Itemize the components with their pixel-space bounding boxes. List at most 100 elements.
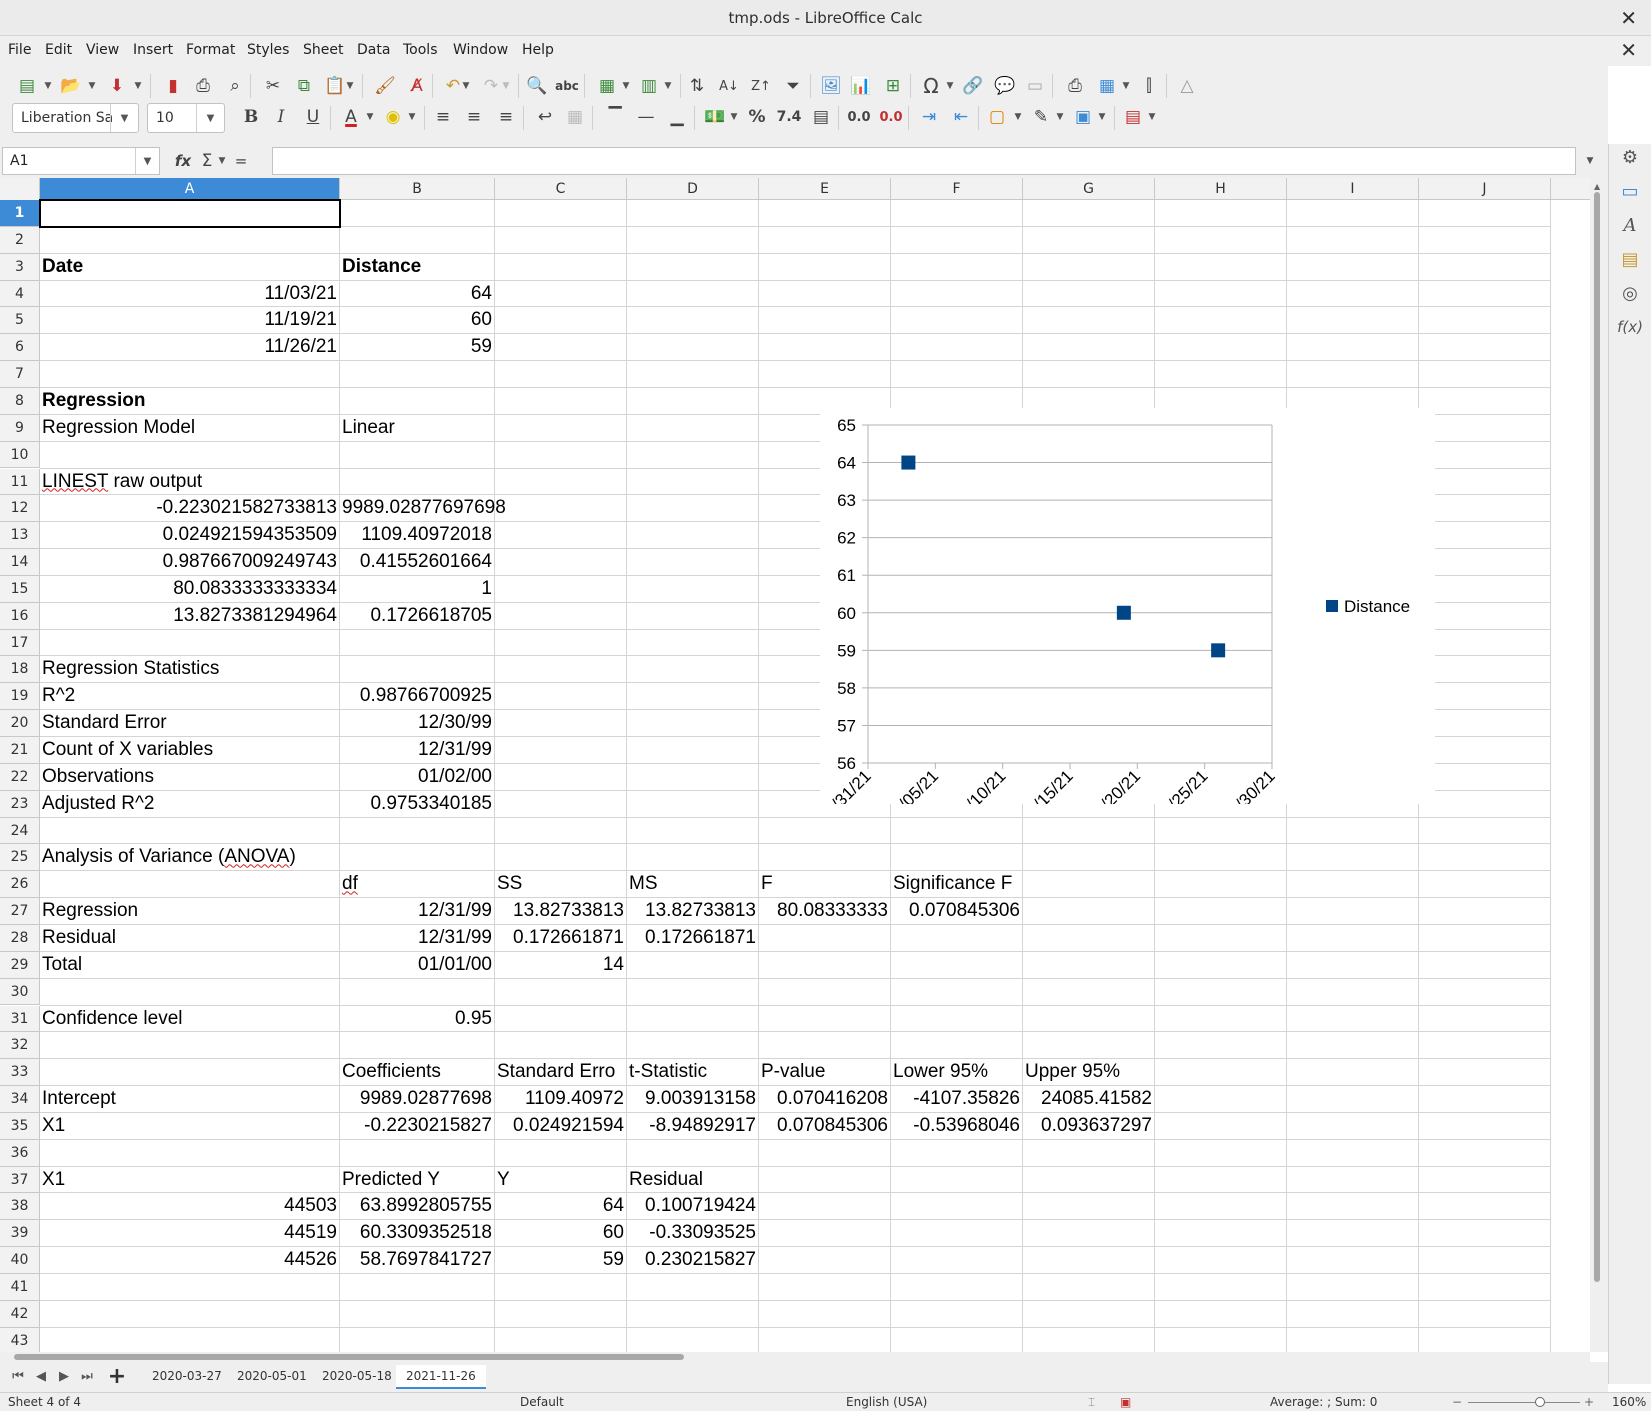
sheet-tab[interactable]: 2020-03-27 xyxy=(142,1365,232,1389)
cell-d28[interactable]: 0.172661871 xyxy=(627,925,758,951)
conditional-format-icon[interactable]: ▤ xyxy=(1120,104,1146,130)
cell-c29[interactable]: 14 xyxy=(495,952,626,978)
gear-icon[interactable]: ⚙ xyxy=(1617,144,1643,170)
cell-a25[interactable]: Analysis of Variance (ANOVA) xyxy=(40,844,339,870)
cell-c38[interactable]: 64 xyxy=(495,1193,626,1219)
cell-g35[interactable]: 0.093637297 xyxy=(1023,1113,1154,1139)
document-close-icon[interactable]: ✕ xyxy=(1620,38,1637,62)
zoom-slider-knob[interactable] xyxy=(1535,1397,1545,1407)
cell-a20[interactable]: Standard Error xyxy=(40,710,339,736)
cell-c27[interactable]: 13.82733813 xyxy=(495,898,626,924)
sheet-tab-active[interactable]: 2021-11-26 xyxy=(396,1365,486,1389)
cell-b28[interactable]: 12/31/99 xyxy=(340,925,494,951)
cell-a11[interactable]: LINEST raw output xyxy=(40,469,339,495)
horizontal-scrollbar[interactable] xyxy=(0,1352,1590,1362)
row-header[interactable]: 16 xyxy=(0,602,40,630)
function-wizard-icon[interactable]: fx xyxy=(170,148,196,174)
menu-view[interactable]: View xyxy=(86,42,119,58)
row-header[interactable]: 36 xyxy=(0,1139,40,1167)
bold-button[interactable]: B xyxy=(238,104,264,130)
language[interactable]: English (USA) xyxy=(846,1395,927,1409)
row-dropdown-icon[interactable]: ▼ xyxy=(620,73,632,99)
cell-b39[interactable]: 60.3309352518 xyxy=(340,1220,494,1246)
cell-f34[interactable]: -4107.35826 xyxy=(891,1086,1022,1112)
wrap-text-icon[interactable]: ↩ xyxy=(532,104,558,130)
cell-d33[interactable]: t-Statistic xyxy=(627,1059,758,1085)
border-style-icon[interactable]: ✎ xyxy=(1028,104,1054,130)
cell-a35[interactable]: X1 xyxy=(40,1113,339,1139)
font-color-dropdown-icon[interactable]: ▼ xyxy=(364,104,376,130)
row-header[interactable]: 39 xyxy=(0,1220,40,1248)
cell-b14[interactable]: 0.41552601664 xyxy=(340,549,494,575)
cell-b4[interactable]: 64 xyxy=(340,281,494,307)
row-header[interactable]: 21 xyxy=(0,737,40,764)
cell-a31[interactable]: Confidence level xyxy=(40,1006,339,1032)
cell-a29[interactable]: Total xyxy=(40,952,339,978)
highlight-color-icon[interactable]: ◉ xyxy=(380,104,406,130)
conditional-format-dropdown-icon[interactable]: ▼ xyxy=(1146,104,1158,130)
cell-b33[interactable]: Coefficients xyxy=(340,1059,494,1085)
sheet-tab[interactable]: 2020-05-18 xyxy=(312,1365,402,1389)
cell-d37[interactable]: Residual xyxy=(627,1167,758,1193)
cell-c35[interactable]: 0.024921594 xyxy=(495,1113,626,1139)
column-header-a[interactable]: A xyxy=(40,178,340,200)
row-header[interactable]: 42 xyxy=(0,1300,40,1328)
formula-equals-icon[interactable]: = xyxy=(228,148,254,174)
window-close-icon[interactable]: ✕ xyxy=(1620,6,1637,30)
freeze-rows-columns-icon[interactable]: ▦ xyxy=(1094,73,1120,99)
cell-f35[interactable]: -0.53968046 xyxy=(891,1113,1022,1139)
split-window-icon[interactable]: ⫿ xyxy=(1136,73,1162,99)
column-header-e[interactable]: E xyxy=(759,178,891,200)
clear-formatting-icon[interactable]: A̸ xyxy=(404,73,430,99)
align-left-icon[interactable]: ≡ xyxy=(430,104,456,130)
merge-cells-icon[interactable]: ▦ xyxy=(562,104,588,130)
cell-a3[interactable]: Date xyxy=(40,254,339,280)
font-color-button[interactable]: A xyxy=(338,104,364,130)
row-header[interactable]: 32 xyxy=(0,1032,40,1060)
cell-b31[interactable]: 0.95 xyxy=(340,1006,494,1032)
cell-c40[interactable]: 59 xyxy=(495,1247,626,1273)
row-header[interactable]: 22 xyxy=(0,763,40,791)
border-color-dropdown-icon[interactable]: ▼ xyxy=(1096,104,1108,130)
cell-e33[interactable]: P-value xyxy=(759,1059,890,1085)
decrease-indent-icon[interactable]: ⇤ xyxy=(948,104,974,130)
previous-sheet-icon[interactable]: ◀ xyxy=(31,1366,51,1386)
last-sheet-icon[interactable]: ⏭ xyxy=(77,1366,97,1386)
underline-button[interactable]: U xyxy=(300,104,326,130)
column-icon[interactable]: ▥ xyxy=(636,73,662,99)
cell-e34[interactable]: 0.070416208 xyxy=(759,1086,890,1112)
align-top-icon[interactable]: ▔ xyxy=(602,104,628,130)
cell-a21[interactable]: Count of X variables xyxy=(40,737,339,763)
cell-b21[interactable]: 12/31/99 xyxy=(340,737,494,763)
row-header[interactable]: 6 xyxy=(0,334,40,362)
cell-a40[interactable]: 44526 xyxy=(40,1247,339,1273)
row-header[interactable]: 25 xyxy=(0,844,40,872)
menu-format[interactable]: Format xyxy=(186,42,235,58)
comment-icon[interactable]: 💬 xyxy=(992,73,1018,99)
select-all-corner[interactable] xyxy=(0,178,40,200)
border-style-dropdown-icon[interactable]: ▼ xyxy=(1054,104,1066,130)
row-header[interactable]: 17 xyxy=(0,629,40,657)
cell-b5[interactable]: 60 xyxy=(340,307,494,333)
freeze-dropdown-icon[interactable]: ▼ xyxy=(1120,73,1132,99)
cell-b15[interactable]: 1 xyxy=(340,576,494,602)
row-header[interactable]: 14 xyxy=(0,549,40,576)
row-header[interactable]: 10 xyxy=(0,441,40,469)
row-header[interactable]: 31 xyxy=(0,1005,40,1033)
row-header[interactable]: 19 xyxy=(0,683,40,711)
cell-a39[interactable]: 44519 xyxy=(40,1220,339,1246)
insert-image-icon[interactable]: 🖼 xyxy=(818,73,844,99)
row-header[interactable]: 27 xyxy=(0,898,40,925)
row-header[interactable]: 43 xyxy=(0,1327,40,1352)
cell-b40[interactable]: 58.7697841727 xyxy=(340,1247,494,1273)
cell-g34[interactable]: 24085.41582 xyxy=(1023,1086,1154,1112)
autofilter-icon[interactable]: ⏷ xyxy=(780,73,806,99)
properties-icon[interactable]: ▭ xyxy=(1617,178,1643,204)
row-header[interactable]: 41 xyxy=(0,1274,40,1301)
menu-help[interactable]: Help xyxy=(522,42,554,58)
row-header[interactable]: 40 xyxy=(0,1247,40,1274)
expand-formula-bar-icon[interactable]: ▼ xyxy=(1580,148,1600,174)
font-name-combo[interactable]: Liberation Sa ▼ xyxy=(12,103,139,133)
cell-c26[interactable]: SS xyxy=(495,871,626,897)
functions-icon[interactable]: f(x) xyxy=(1617,314,1643,340)
